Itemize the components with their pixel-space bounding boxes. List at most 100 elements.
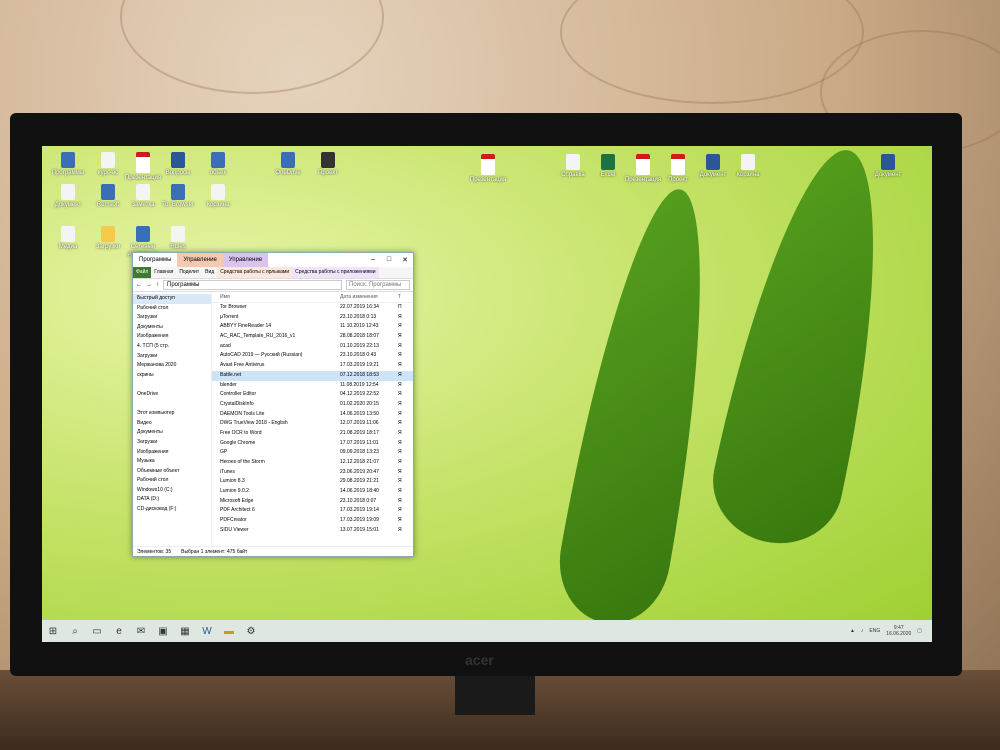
table-row[interactable]: blender 11.08.2019 12:54 Я xyxy=(212,381,413,391)
tab-manage-shortcuts[interactable]: Управление xyxy=(177,253,223,267)
nav-item[interactable]: Документы xyxy=(133,323,211,333)
notifications-icon[interactable]: ▢ xyxy=(917,628,922,634)
column-type[interactable]: Т xyxy=(398,292,408,302)
table-row[interactable]: DAEMON Tools Lite 14.06.2019 13:50 Я xyxy=(212,410,413,420)
desktop-icon[interactable]: Корзина xyxy=(726,154,770,179)
table-row[interactable]: Lumion 9.0.2 14.06.2019 18:40 Я xyxy=(212,487,413,497)
close-icon[interactable]: ✕ xyxy=(397,256,413,264)
word-icon[interactable]: W xyxy=(196,620,218,642)
settings-icon[interactable]: ⚙ xyxy=(240,620,262,642)
ribbon-file[interactable]: Файл xyxy=(133,267,152,278)
task-view-icon[interactable]: ▭ xyxy=(86,620,108,642)
desktop-icon[interactable]: Документ xyxy=(866,154,910,179)
address-path[interactable]: Программы xyxy=(163,280,342,290)
desktop-icon[interactable]: Программы xyxy=(46,152,90,177)
file-date: 09.09.2018 13:23 xyxy=(340,449,379,456)
tab-manage-apps[interactable]: Управление xyxy=(222,253,269,267)
nav-item[interactable]: Быстрый доступ xyxy=(133,294,211,304)
file-name: Google Chrome xyxy=(220,439,256,446)
nav-item[interactable]: скрины xyxy=(133,371,211,381)
back-arrow-icon[interactable]: ← xyxy=(136,282,142,288)
nav-item[interactable]: Рабочий стол xyxy=(133,476,211,486)
minimize-icon[interactable]: – xyxy=(365,256,381,264)
nav-item[interactable]: Загрузки xyxy=(133,313,211,323)
table-row[interactable]: Microsoft Edge 23.10.2018 0:07 Я xyxy=(212,497,413,507)
table-row[interactable]: AutoCAD 2019 — Русский (Russian) 23.10.20… xyxy=(212,351,413,361)
store-icon[interactable]: ▣ xyxy=(152,620,174,642)
nav-item[interactable]: Загрузки xyxy=(133,438,211,448)
table-row[interactable]: ABBYY FineReader 14 11.10.2019 12:43 Я xyxy=(212,322,413,332)
table-row[interactable]: DWG TrueView 2018 - English 12.07.2019 11… xyxy=(212,419,413,429)
nav-item[interactable]: Изображения xyxy=(133,332,211,342)
nav-item[interactable]: Этот компьютер xyxy=(133,409,211,419)
nav-item[interactable]: Видео xyxy=(133,419,211,429)
nav-item[interactable]: Изображения xyxy=(133,448,211,458)
language-indicator[interactable]: ENG xyxy=(869,628,880,634)
desktop-icon[interactable]: Rules xyxy=(156,226,200,251)
nav-item[interactable]: CD-дисковод (F:) xyxy=(133,505,211,515)
ribbon-shortcut-tools[interactable]: Средства работы с ярлыками xyxy=(217,267,293,278)
column-date[interactable]: Дата изменения xyxy=(340,292,398,302)
mail-icon[interactable]: ✉ xyxy=(130,620,152,642)
ribbon-view[interactable]: Вид xyxy=(202,267,217,278)
nav-item[interactable]: Музыка xyxy=(133,457,211,467)
ribbon-share[interactable]: Поделит xyxy=(176,267,202,278)
dark-icon xyxy=(321,152,335,168)
table-row[interactable]: GP 09.09.2018 13:23 Я xyxy=(212,448,413,458)
nav-item[interactable]: Рабочий стол xyxy=(133,304,211,314)
forward-arrow-icon[interactable]: → xyxy=(146,282,152,288)
table-row[interactable]: Controller Editor 04.12.2019 22:52 Я xyxy=(212,390,413,400)
table-row[interactable]: iTunes 23.06.2019 20:47 Я xyxy=(212,468,413,478)
desktop-icon[interactable]: Справка xyxy=(551,154,595,179)
table-row[interactable]: Avast Free Antivirus 17.03.2019 19:21 Я xyxy=(212,361,413,371)
column-name[interactable]: Имя xyxy=(212,292,340,302)
nav-item[interactable]: OneDrive xyxy=(133,390,211,400)
up-arrow-icon[interactable]: ↑ xyxy=(156,282,159,288)
desktop-icon[interactable]: Медиа xyxy=(46,226,90,251)
nav-item[interactable]: Загрузки xyxy=(133,352,211,362)
nav-item[interactable]: 4. ТСП (5 стр. xyxy=(133,342,211,352)
table-row[interactable]: Lumion 8.3 29.08.2019 21:21 Я xyxy=(212,477,413,487)
desktop-icon[interactable]: Проект xyxy=(306,152,350,177)
calculator-icon[interactable]: ▦ xyxy=(174,620,196,642)
maximize-icon[interactable]: □ xyxy=(381,256,397,264)
search-icon[interactable]: ⌕ xyxy=(64,620,86,642)
nav-item[interactable]: Объемные объект xyxy=(133,467,211,477)
desktop-icon[interactable]: Tor Browser xyxy=(156,184,200,209)
start-icon[interactable]: ⊞ xyxy=(42,620,64,642)
desktop-icon[interactable]: Презентация xyxy=(466,154,510,184)
table-row[interactable]: Free OCR to Word 21.08.2019 18:17 Я xyxy=(212,429,413,439)
desktop-icon[interactable]: Вопросы xyxy=(156,152,200,177)
desktop-icon[interactable]: OneDrive xyxy=(266,152,310,177)
table-row[interactable]: Heroes of the Storm 12.12.2018 21:07 Я xyxy=(212,458,413,468)
nav-item[interactable] xyxy=(133,380,211,390)
explorer-icon[interactable]: ▬ xyxy=(218,620,240,642)
table-row[interactable]: Tor Browser 22.07.2019 16:34 П xyxy=(212,303,413,313)
edge-icon[interactable]: e xyxy=(108,620,130,642)
ribbon-home[interactable]: Главная xyxy=(151,267,176,278)
table-row[interactable]: CrystalDiskInfo 01.02.2020 20:15 Я xyxy=(212,400,413,410)
file-type: Я xyxy=(398,362,402,369)
table-row[interactable]: AC_RAC_Template_RU_2016_v1 28.08.2018 18:… xyxy=(212,332,413,342)
desktop-icon[interactable]: объек xyxy=(196,152,240,177)
table-row[interactable]: Battle.net 07.12.2018 18:53 Я xyxy=(212,370,413,381)
volume-icon[interactable]: ♪ xyxy=(861,628,864,634)
clock[interactable]: 9:47 16.06.2020 xyxy=(886,625,911,637)
table-row[interactable]: PDFCreator 17.03.2019 19:09 Я xyxy=(212,516,413,526)
table-row[interactable]: SIDU Viewer 13.07.2019 15:01 Я xyxy=(212,526,413,536)
nav-item[interactable] xyxy=(133,400,211,410)
table-row[interactable]: PDF Architect 6 17.03.2019 19:14 Я xyxy=(212,506,413,516)
search-input[interactable]: Поиск: Программы xyxy=(346,280,410,290)
table-row[interactable]: µTorrent 23.10.2018 0:13 Я xyxy=(212,313,413,323)
table-row[interactable]: acad 01.10.2019 22:13 Я xyxy=(212,342,413,352)
nav-item[interactable]: Документы xyxy=(133,428,211,438)
network-icon[interactable]: ▲ xyxy=(850,628,855,634)
nav-item[interactable]: Мержанова 2020 xyxy=(133,361,211,371)
file-explorer-window[interactable]: Программы Управление Управление – □ ✕ Фа… xyxy=(132,252,414,557)
nav-item[interactable]: DATA (D:) xyxy=(133,495,211,505)
desktop-icon[interactable]: Документ xyxy=(46,184,90,209)
desktop-icon[interactable]: Корзина xyxy=(196,184,240,209)
nav-item[interactable]: Windows10 (C:) xyxy=(133,486,211,496)
table-row[interactable]: Google Chrome 17.07.2019 11:01 Я xyxy=(212,439,413,449)
ribbon-app-tools[interactable]: Средства работы с приложениями xyxy=(292,267,379,278)
